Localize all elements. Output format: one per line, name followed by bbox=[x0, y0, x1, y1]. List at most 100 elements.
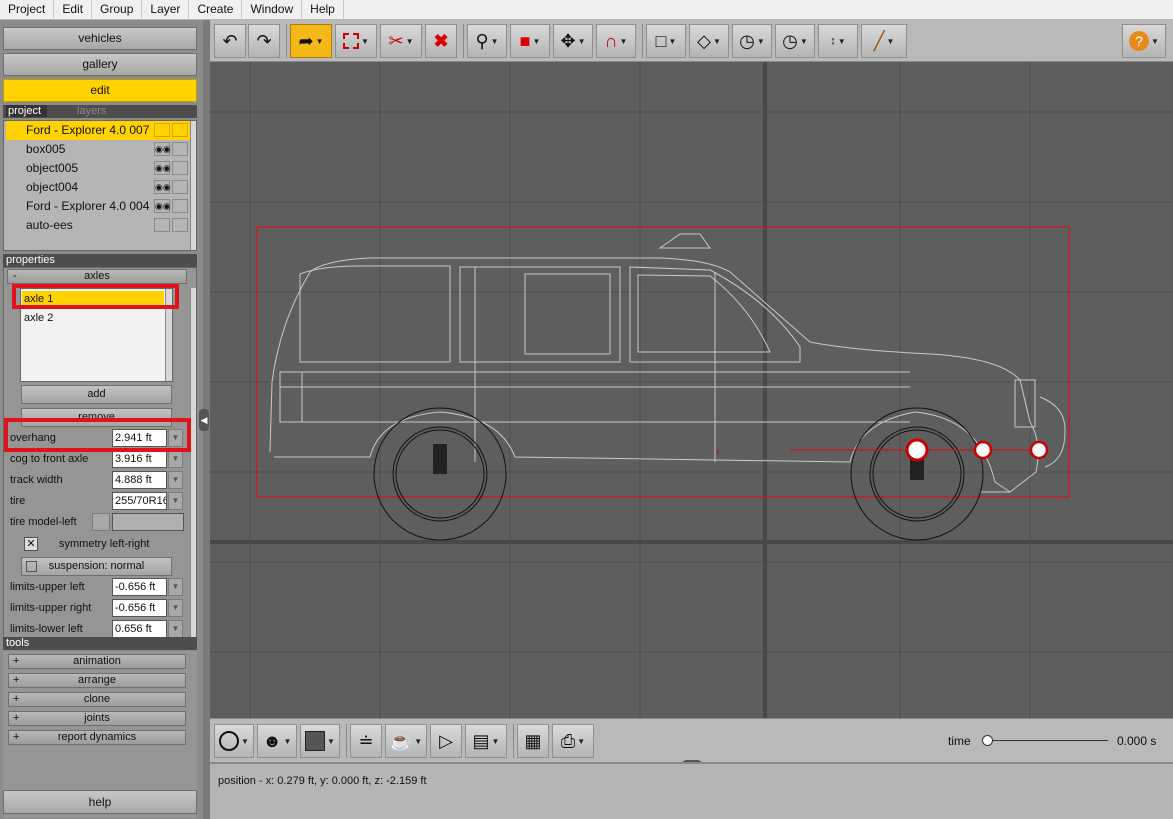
edit-button[interactable]: edit bbox=[3, 79, 197, 102]
project-list-scrollbar[interactable] bbox=[190, 121, 196, 250]
project-item[interactable]: Ford - Explorer 4.0 007 bbox=[6, 121, 190, 140]
play-icon[interactable]: ▷ bbox=[430, 724, 462, 758]
cog-field[interactable]: 3.916 ft bbox=[112, 450, 167, 468]
3d-viewport[interactable] bbox=[210, 62, 1173, 718]
axles-group-toggle[interactable]: - axles bbox=[7, 269, 187, 284]
menu-layer[interactable]: Layer bbox=[142, 0, 190, 20]
sphere-icon[interactable]: ▼ bbox=[214, 724, 254, 758]
tire-label: tire bbox=[10, 495, 26, 507]
menu-create[interactable]: Create bbox=[189, 0, 243, 20]
panel-collapse-handle[interactable]: ◀ bbox=[199, 409, 209, 431]
status-bar: position - x: 0.279 ft, y: 0.000 ft, z: … bbox=[210, 762, 1173, 819]
tire-field[interactable]: 255/70R16 bbox=[112, 492, 167, 510]
project-item[interactable]: object004 ◉◉ bbox=[6, 178, 190, 197]
main-toolbar: ↶ ↷ ➦ ▼ ▼ ✂ ▼ ✖ ⚲ ▼ ■ ▼ ✥ ▼ ∩ ▼ □ ▼ ◇ ▼ ◷ ▼ ◷ ▼ ↕ ▼… bbox=[210, 20, 1173, 62]
tool-clone[interactable]: + clone bbox=[8, 692, 186, 707]
add-axle-button[interactable]: add bbox=[21, 385, 172, 404]
tool-joints[interactable]: + joints bbox=[8, 711, 186, 726]
eye-icon[interactable]: ◉◉ bbox=[154, 180, 171, 194]
project-item[interactable]: box005 ◉◉ bbox=[6, 140, 190, 159]
lock-toggle[interactable] bbox=[172, 180, 188, 194]
gauge-icon[interactable]: ◷ ▼ bbox=[775, 24, 815, 58]
measure-1m-icon[interactable]: ↕ ▼ bbox=[818, 24, 858, 58]
help-button[interactable]: help bbox=[3, 790, 197, 814]
lock-toggle[interactable] bbox=[172, 199, 188, 213]
eye-icon[interactable]: ◉◉ bbox=[154, 142, 171, 156]
gauge-icon[interactable]: ◷ ▼ bbox=[732, 24, 772, 58]
vehicles-button[interactable]: vehicles bbox=[3, 27, 197, 50]
chevron-down-icon[interactable]: ▼ bbox=[168, 450, 183, 468]
box-select-icon[interactable]: ▼ bbox=[335, 24, 377, 58]
lock-toggle[interactable] bbox=[172, 123, 188, 137]
project-item[interactable]: Ford - Explorer 4.0 004 ◉◉ bbox=[6, 197, 190, 216]
teapot-icon[interactable]: ☕ ▼ bbox=[385, 724, 427, 758]
color-swatch-icon[interactable]: ▼ bbox=[300, 724, 340, 758]
tool-label: animation bbox=[73, 655, 121, 667]
select-arrow-icon[interactable]: ➦ ▼ bbox=[290, 24, 332, 58]
chevron-down-icon[interactable]: ▼ bbox=[168, 599, 183, 617]
highlight-overhang bbox=[4, 418, 191, 452]
cut-icon[interactable]: ✂ ▼ bbox=[380, 24, 422, 58]
eye-icon[interactable]: ◉◉ bbox=[154, 161, 171, 175]
track-width-label: track width bbox=[10, 474, 63, 486]
graph-icon[interactable]: ≐ bbox=[350, 724, 382, 758]
undo-icon[interactable]: ↶ bbox=[214, 24, 246, 58]
menu-help[interactable]: Help bbox=[302, 0, 344, 20]
gallery-button[interactable]: gallery bbox=[3, 53, 197, 76]
tool-animation[interactable]: + animation bbox=[8, 654, 186, 669]
magnet-icon[interactable]: ∩ ▼ bbox=[596, 24, 636, 58]
help-icon[interactable]: ? ▼ bbox=[1122, 24, 1166, 58]
tire-model-swatch[interactable] bbox=[92, 513, 110, 531]
chevron-down-icon[interactable]: ▼ bbox=[168, 578, 183, 596]
symmetry-label: symmetry left-right bbox=[59, 538, 150, 550]
project-item[interactable]: object005 ◉◉ bbox=[6, 159, 190, 178]
delete-x-icon[interactable]: ✖ bbox=[425, 24, 457, 58]
chevron-down-icon[interactable]: ▼ bbox=[168, 471, 183, 489]
list-icon[interactable]: ▤ ▼ bbox=[465, 724, 507, 758]
chevron-down-icon[interactable]: ▼ bbox=[168, 620, 183, 637]
collapse-sign: - bbox=[13, 270, 17, 282]
red-cube-icon[interactable]: ■ ▼ bbox=[510, 24, 550, 58]
menu-edit[interactable]: Edit bbox=[54, 0, 93, 20]
limits-lower-left-field[interactable]: 0.656 ft bbox=[112, 620, 167, 637]
lock-toggle[interactable] bbox=[172, 218, 188, 232]
menu-window[interactable]: Window bbox=[242, 0, 303, 20]
symmetry-checkbox[interactable]: ✕ bbox=[24, 537, 38, 551]
tab-project[interactable]: project bbox=[6, 105, 48, 117]
project-item[interactable]: auto-ees bbox=[6, 216, 190, 235]
time-slider-track[interactable] bbox=[988, 740, 1108, 741]
report-icon[interactable]: ▦ bbox=[517, 724, 549, 758]
lock-toggle[interactable] bbox=[172, 142, 188, 156]
head-icon[interactable]: ☻ ▼ bbox=[257, 724, 297, 758]
visibility-toggle[interactable] bbox=[154, 123, 170, 137]
menu-project[interactable]: Project bbox=[0, 0, 55, 20]
viewport-canvas[interactable] bbox=[210, 62, 1173, 718]
redo-icon[interactable]: ↷ bbox=[248, 24, 280, 58]
move-icon[interactable]: ✥ ▼ bbox=[553, 24, 593, 58]
limits-upper-left-field[interactable]: -0.656 ft bbox=[112, 578, 167, 596]
tab-layers[interactable]: layers bbox=[77, 105, 106, 117]
properties-scrollbar[interactable] bbox=[190, 288, 196, 637]
project-layers-header: project layers bbox=[3, 105, 197, 118]
tool-arrange[interactable]: + arrange bbox=[8, 673, 186, 688]
visibility-toggle[interactable] bbox=[154, 218, 170, 232]
chevron-down-icon[interactable]: ▼ bbox=[168, 492, 183, 510]
time-slider-thumb[interactable] bbox=[982, 735, 993, 746]
magnifier-icon[interactable]: ⚲ ▼ bbox=[467, 24, 507, 58]
tire-model-left-field[interactable] bbox=[112, 513, 184, 531]
track-width-field[interactable]: 4.888 ft bbox=[112, 471, 167, 489]
view-cube-icon[interactable]: □ ▼ bbox=[646, 24, 686, 58]
tool-report-dynamics[interactable]: + report dynamics bbox=[8, 730, 186, 745]
lock-toggle[interactable] bbox=[172, 161, 188, 175]
plane-icon[interactable]: ◇ ▼ bbox=[689, 24, 729, 58]
project-item-label: object005 bbox=[26, 161, 79, 175]
axle-item[interactable]: axle 2 bbox=[22, 310, 164, 327]
eye-icon[interactable]: ◉◉ bbox=[154, 199, 171, 213]
menu-group[interactable]: Group bbox=[92, 0, 143, 20]
suspension-button[interactable]: suspension: normal bbox=[21, 557, 172, 576]
printer-icon[interactable]: ⎙ ▼ bbox=[552, 724, 594, 758]
position-readout: position - x: 0.279 ft, y: 0.000 ft, z: … bbox=[218, 775, 427, 787]
brush-icon[interactable]: ╱ ▼ bbox=[861, 24, 907, 58]
limits-upper-right-field[interactable]: -0.656 ft bbox=[112, 599, 167, 617]
suspension-label: suspension: normal bbox=[48, 560, 145, 572]
